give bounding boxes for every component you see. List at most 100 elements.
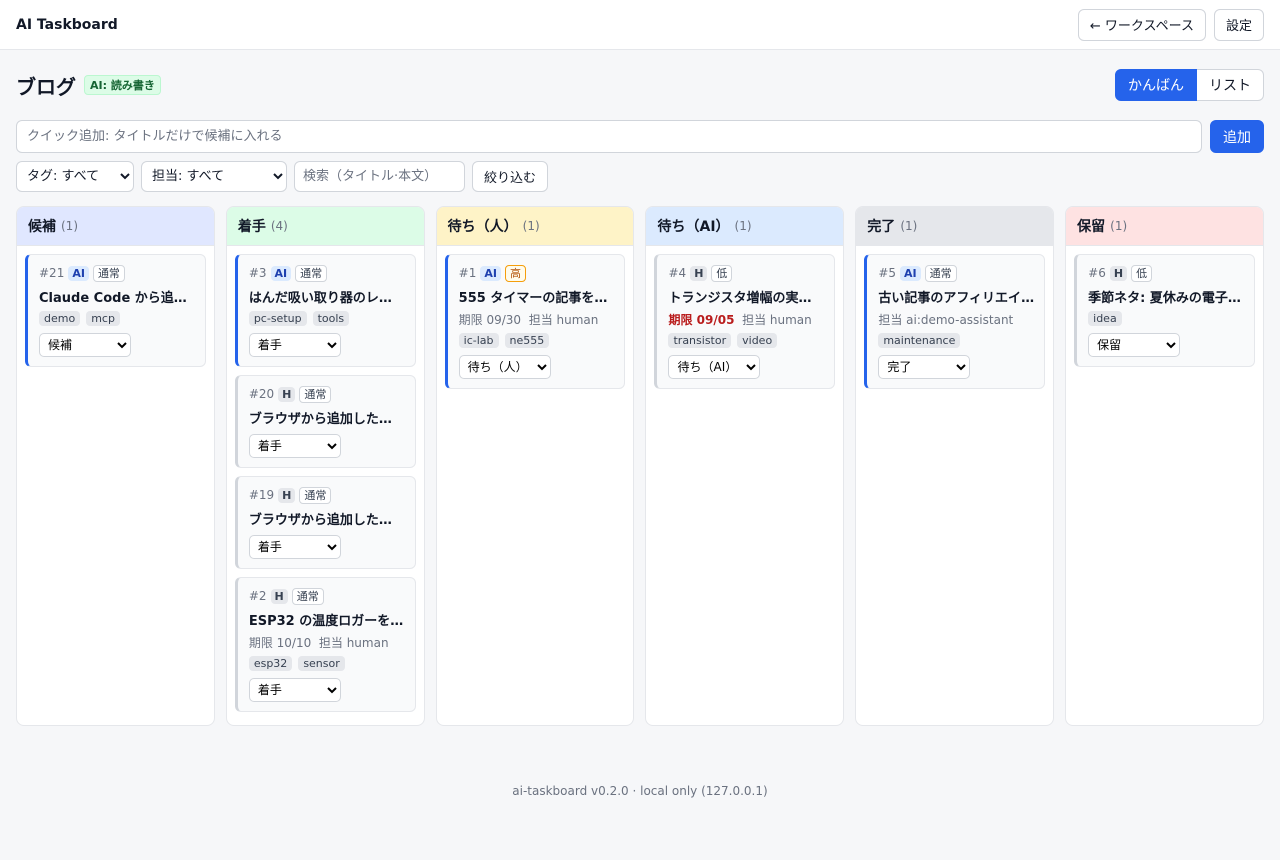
card-id: #5 [878, 266, 897, 280]
title-left: ブログ AI: 読み書き [16, 71, 161, 100]
ai-permission-badge: AI: 読み書き [84, 75, 161, 95]
workspace-button[interactable]: ← ワークスペース [1077, 8, 1206, 41]
card-title[interactable]: 季節ネタ: 夏休みの電子… [1088, 287, 1244, 306]
card-title[interactable]: ブラウザから追加した候補 … [249, 509, 405, 528]
tag-list: pc-setup tools [248, 311, 405, 326]
owner-badge: H [1109, 265, 1128, 281]
tag[interactable]: tools [312, 311, 350, 326]
tag-list: demo mcp [39, 311, 195, 326]
priority-badge: 通常 [299, 486, 332, 504]
kanban-column: 保留 (1) #6 H 低季節ネタ: 夏休みの電子… idea 保留 [1065, 206, 1264, 726]
owner-badge: AI [480, 265, 501, 281]
card-meta: #2 H 通常 [249, 587, 405, 605]
task-card[interactable]: #19H通常ブラウザから追加した候補 … 着手 [234, 476, 416, 569]
column-header: 保留 (1) [1066, 207, 1263, 246]
column-title: 待ち（人） [447, 219, 518, 235]
tag-filter-select[interactable]: タグ: すべて [16, 161, 134, 192]
task-card[interactable]: #3 AI 通常はんだ吸い取り器のレビュ… pc-setup tools 着手 [234, 254, 416, 367]
priority-badge: 通常 [295, 264, 328, 282]
settings-button[interactable]: 設定 [1213, 8, 1264, 41]
card-meta: #1 AI 高 [459, 264, 615, 282]
owner-badge: H [278, 487, 296, 503]
task-card[interactable]: #2 H 通常 ESP32 の温度ロガーを 1 … 期限 10/10 担当 human e… [234, 577, 416, 712]
tag[interactable]: sensor [298, 656, 345, 671]
tag[interactable]: demo [39, 311, 81, 326]
task-card[interactable]: #4 H 低トランジスタ増幅の実験を… 期限 09/05 担当 human transi… [654, 254, 836, 389]
card-id: #2 [248, 589, 267, 603]
tag[interactable]: maintenance [878, 333, 961, 348]
tag[interactable]: esp32 [248, 656, 293, 671]
card-title[interactable]: トランジスタ増幅の実験を… [668, 287, 824, 306]
card-info: 担当 ai:demo-assistant [878, 311, 1034, 328]
filter-row: タグ: すべて 担当: すべて 絞り込む [16, 161, 1264, 192]
kanban-column: 待ち（人） (1) #1AI高 555 タイマーの記事を書く… 期限 09/30 担当 … [435, 206, 635, 726]
tag[interactable]: pc-setup [248, 311, 307, 326]
status-select[interactable]: 待ち（AI） [668, 355, 761, 379]
status-select[interactable]: 候補 [39, 333, 131, 357]
task-card[interactable]: #5AI通常古い記事のアフィリエイトリ… 担当 ai:demo-assistant… [864, 254, 1046, 389]
card-info: 期限 10/10 担当 human [249, 634, 405, 651]
tag[interactable]: idea [1088, 311, 1122, 326]
card-id: #3 [248, 266, 267, 280]
task-card[interactable]: #1AI高 555 タイマーの記事を書く… 期限 09/30 担当 human ic-… [444, 254, 626, 389]
card-title[interactable]: 555 タイマーの記事を書く… [459, 287, 615, 306]
card-meta: #20 H 通常 [249, 385, 405, 403]
tag-list: transistor video [668, 333, 824, 348]
card-title[interactable]: Claude Code から追加: … [39, 287, 195, 306]
quick-add-row: 追加 [16, 120, 1264, 153]
column-header: 完了 (1) [856, 207, 1054, 246]
task-card[interactable]: #6 H 低季節ネタ: 夏休みの電子… idea 保留 [1074, 254, 1255, 367]
card-id: #20 [248, 387, 275, 401]
status-select[interactable]: 保留 [1088, 333, 1181, 357]
info-spacer [311, 636, 319, 650]
owner-badge: H [270, 588, 288, 604]
kanban-column: 着手 (4) #3 AI 通常 はんだ吸い取り器のレビュ… pc-setup tools 着手 #… [225, 206, 425, 726]
column-body: #1AI高 555 タイマーの記事を書く… 期限 09/30 担当 human ic-… [437, 246, 634, 397]
card-title[interactable]: 古い記事のアフィリエイトリ… [878, 287, 1034, 306]
column-body: #6 H 低季節ネタ: 夏休みの電子… idea 保留 [1066, 246, 1263, 375]
status-select[interactable]: 完了 [878, 355, 971, 379]
tag[interactable]: ne555 [504, 333, 550, 348]
status-select[interactable]: 待ち（人） [458, 355, 551, 379]
task-card[interactable]: #20 H 通常 ブラウザから追加した候補… 着手 [234, 375, 416, 468]
kanban-column: 待ち（AI） (1) #4 H 低トランジスタ増幅の実験を… 期限 09/05 担当 hu… [645, 206, 845, 726]
status-select[interactable]: 着手 [248, 678, 341, 702]
status-select[interactable]: 着手 [248, 434, 341, 458]
tag[interactable]: video [737, 333, 778, 348]
tag[interactable]: mcp [86, 311, 120, 326]
card-title[interactable]: ブラウザから追加した候補… [249, 408, 405, 427]
column-title: 保留 [1077, 219, 1106, 235]
tag[interactable]: ic-lab [458, 333, 499, 348]
column-count: (1) [900, 219, 918, 233]
column-body: #21 AI 通常 Claude Code から追加: … demo mcp 候補 [17, 246, 214, 375]
status-select[interactable]: 着手 [248, 333, 341, 357]
kanban-view-button[interactable]: かんばん [1115, 69, 1197, 101]
owner-badge: H [690, 265, 708, 281]
card-id: #19 [248, 488, 275, 502]
app-title: AI Taskboard [16, 16, 118, 33]
quick-add-input[interactable] [16, 120, 1202, 153]
card-meta: #19 H 通常 [249, 486, 405, 504]
view-toggle: かんばん リスト [1115, 69, 1264, 101]
owner-badge: AI [270, 265, 292, 281]
card-id: #1 [458, 266, 477, 280]
card-id: #4 [668, 266, 687, 280]
card-title[interactable]: ESP32 の温度ロガーを 1 … [249, 610, 405, 629]
list-view-button[interactable]: リスト [1197, 69, 1264, 101]
assignee-filter-select[interactable]: 担当: すべて [141, 161, 287, 192]
column-count: (1) [61, 219, 78, 233]
apply-filter-button[interactable]: 絞り込む [472, 161, 549, 192]
tag[interactable]: transistor [668, 333, 732, 348]
card-info: 期限 09/05 担当 human [668, 311, 824, 328]
info-spacer [521, 313, 529, 327]
card-title[interactable]: はんだ吸い取り器のレビュ… [249, 287, 405, 306]
priority-badge: 通常 [291, 587, 324, 605]
owner-badge: AI [900, 265, 921, 281]
task-card[interactable]: #21 AI 通常 Claude Code から追加: … demo mcp 候補 [25, 254, 206, 367]
status-select[interactable]: 着手 [248, 535, 341, 559]
card-meta: #21 AI 通常 [39, 264, 195, 282]
add-button[interactable]: 追加 [1210, 120, 1264, 153]
column-header: 候補 (1) [17, 207, 214, 246]
search-input[interactable] [294, 161, 465, 192]
column-body: #4 H 低トランジスタ増幅の実験を… 期限 09/05 担当 human transi… [646, 246, 843, 397]
